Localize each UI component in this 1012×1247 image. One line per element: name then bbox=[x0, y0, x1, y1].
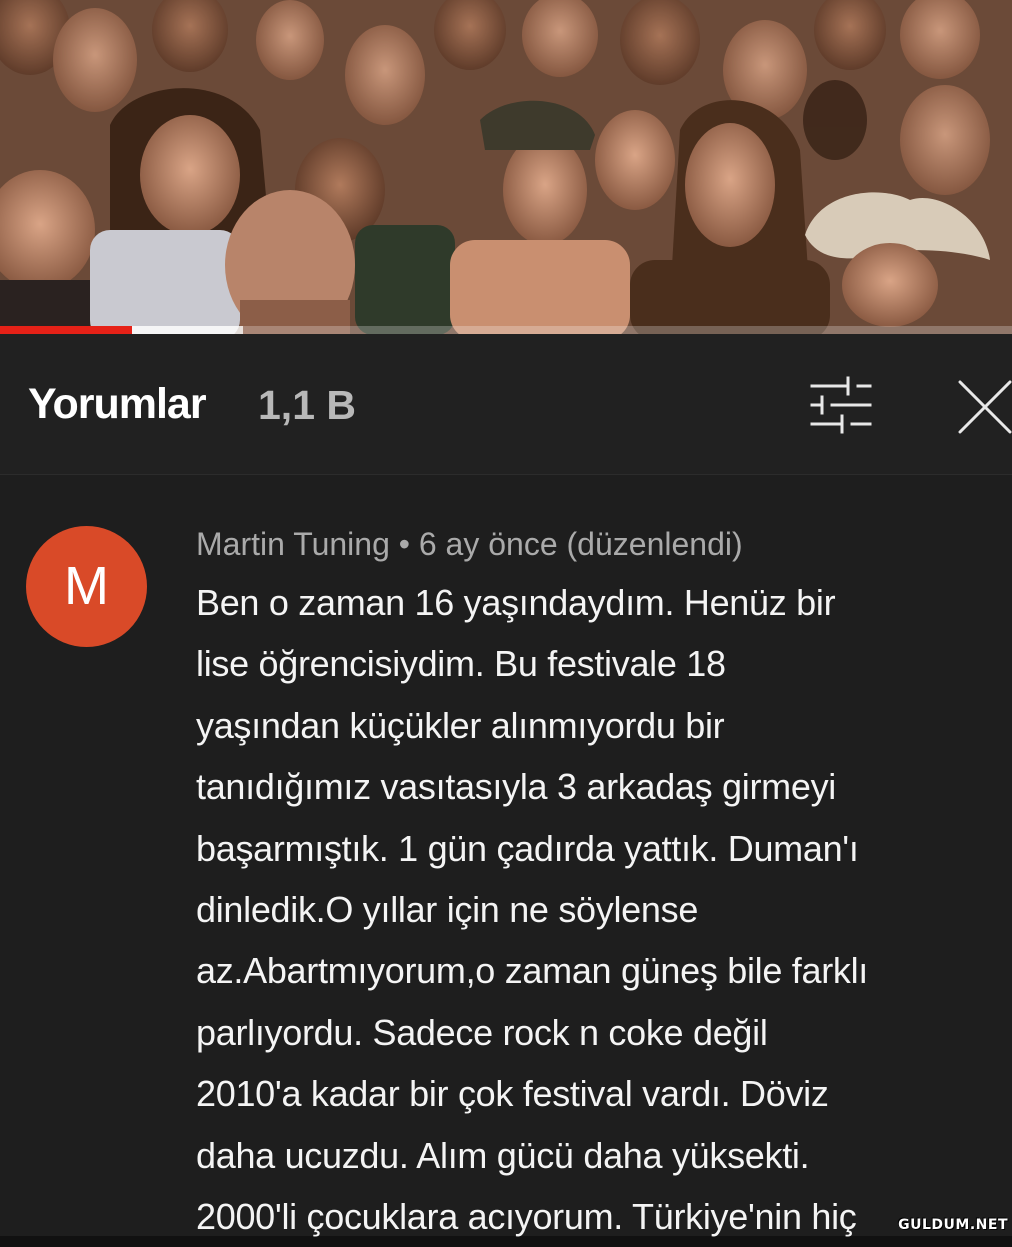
comments-count: 1,1 B bbox=[258, 382, 356, 428]
progress-played bbox=[0, 326, 132, 334]
comments-panel: Yorumlar 1,1 B M Martin Tuning • 6 ay ön… bbox=[0, 334, 1012, 1237]
crowd-video-frame bbox=[0, 0, 1012, 334]
comments-header: Yorumlar 1,1 B bbox=[0, 334, 1012, 475]
sliders-filter-icon[interactable] bbox=[808, 374, 874, 436]
comment-time: 6 ay önce (düzenlendi) bbox=[418, 526, 743, 562]
comment-line: Ben o zaman 16 yaşındaydım. Henüz bir bbox=[196, 582, 836, 623]
video-progress-bar[interactable] bbox=[0, 326, 1012, 334]
comment-line: daha ucuzdu. Alım gücü daha yüksekti. bbox=[196, 1134, 810, 1176]
comment-line: 2000'li çocuklara acıyorum. Türkiye'nin … bbox=[196, 1196, 857, 1238]
comment-author[interactable]: Martin Tuning bbox=[196, 526, 390, 562]
comment-line: tanıdığımız vasıtasıyla 3 arkadaş girmey… bbox=[196, 766, 836, 808]
close-icon[interactable] bbox=[954, 376, 1012, 434]
comment-line: dinledik.O yıllar için ne söylense bbox=[196, 889, 699, 931]
comment-thread: M Martin Tuning • 6 ay önce (düzenlendi)… bbox=[0, 474, 1012, 1237]
comment-line: başarmıştık. 1 gün çadırda yattık. Duman… bbox=[196, 827, 859, 869]
meta-separator: • bbox=[398, 526, 410, 562]
video-player[interactable] bbox=[0, 0, 1012, 334]
comment-text: Ben o zaman 16 yaşındaydım. Henüz bir li… bbox=[196, 572, 996, 1247]
comment-line: 2010'a kadar bir çok festival vardı. Döv… bbox=[196, 1073, 829, 1115]
comment-line: az.Abartmıyorum,o zaman güneş bile farkl… bbox=[196, 950, 868, 992]
comment-line: lise öğrencisiydim. Bu festivale 18 bbox=[196, 643, 726, 685]
avatar[interactable]: M bbox=[26, 526, 147, 647]
comment-meta: Martin Tuning • 6 ay önce (düzenlendi) bbox=[196, 526, 743, 563]
progress-buffered bbox=[131, 326, 243, 334]
comment-line: yaşından küçükler alınmıyordu bir bbox=[196, 704, 725, 746]
comment-line: parlıyordu. Sadece rock n coke değil bbox=[196, 1011, 768, 1053]
watermark-logo: GULDUM.NET bbox=[898, 1217, 1008, 1233]
comments-title: Yorumlar bbox=[28, 380, 207, 428]
